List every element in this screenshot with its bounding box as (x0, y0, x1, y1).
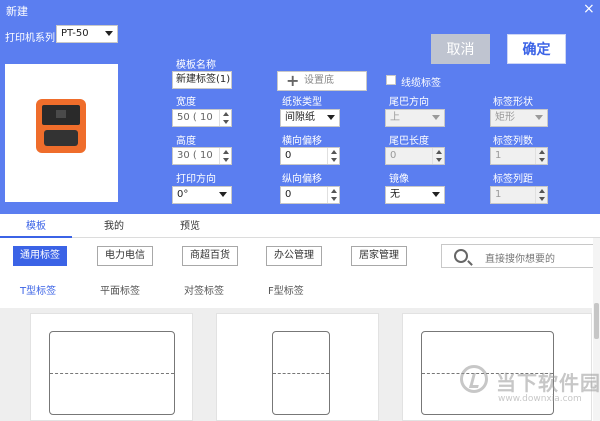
tail-length-label: 尾巴长度 (389, 136, 429, 147)
height-label: 高度 (176, 136, 196, 147)
label-shape-label: 标签形状 (493, 97, 533, 108)
template-tabs: 模板 我的 预览 (0, 216, 600, 238)
column-spacing-label: 标签列距 (493, 174, 533, 185)
chevron-down-icon (432, 115, 440, 120)
tab-active-indicator (0, 236, 72, 238)
watermark-logo: 当下软件园 www.downxia.com (460, 365, 600, 410)
cable-label-text: 线缆标签 (401, 78, 441, 89)
printer-device-icon (36, 99, 86, 153)
vertical-offset-value: 0 (285, 189, 292, 200)
horizontal-offset-stepper[interactable]: 0 (280, 147, 340, 165)
plus-icon: + (286, 71, 300, 90)
category-home[interactable]: 居家管理 (351, 246, 407, 266)
tab-mine[interactable]: 我的 (104, 216, 124, 238)
width-value: 50 ( 10 (177, 112, 213, 123)
dashed-divider (273, 373, 329, 374)
set-background-button[interactable]: + 设置底 (277, 71, 367, 91)
chevron-down-icon (432, 192, 440, 197)
label-shape-value: 矩形 (495, 112, 515, 123)
printer-series-select[interactable]: PT-50 (56, 25, 118, 43)
search-box[interactable]: 直接搜你想要的 (441, 244, 595, 268)
subtab-f-type[interactable]: F型标签 (268, 282, 304, 297)
chevron-down-icon (535, 115, 543, 120)
watermark-cn: 当下软件园 (496, 371, 600, 395)
set-background-label: 设置底 (304, 75, 334, 86)
printer-series-value: PT-50 (61, 28, 89, 39)
print-direction-select[interactable]: 0° (172, 186, 232, 204)
printer-pad (44, 130, 78, 146)
subtab-pair[interactable]: 对签标签 (184, 282, 224, 297)
tab-divider (0, 237, 600, 238)
stepper-arrows-icon[interactable] (535, 187, 547, 203)
dashed-divider (50, 373, 174, 374)
template-name-label: 模板名称 (176, 60, 216, 71)
column-spacing-stepper[interactable]: 1 (490, 186, 548, 204)
horizontal-offset-label: 横向偏移 (282, 136, 322, 147)
label-shape-preview (49, 331, 175, 415)
print-direction-label: 打印方向 (176, 174, 216, 185)
category-power-telecom[interactable]: 电力电信 (97, 246, 153, 266)
search-icon (454, 249, 468, 263)
ok-button[interactable]: 确定 (507, 34, 566, 64)
height-stepper[interactable]: 30 ( 10 (172, 147, 232, 165)
category-general[interactable]: 通用标签 (13, 246, 67, 266)
printer-screen (42, 105, 80, 125)
printer-series-label: 打印机系列 (5, 33, 55, 44)
tail-length-value: 0 (390, 150, 397, 161)
template-name-input[interactable]: 新建标签(1) (172, 71, 232, 89)
label-columns-stepper[interactable]: 1 (490, 147, 548, 165)
template-card[interactable] (30, 313, 193, 421)
stepper-arrows-icon[interactable] (327, 187, 339, 203)
search-input[interactable]: 直接搜你想要的 (485, 250, 555, 265)
label-shape-preview (272, 331, 330, 415)
chevron-down-icon (327, 115, 335, 120)
width-label: 宽度 (176, 97, 196, 108)
chevron-down-icon (219, 192, 227, 197)
scrollbar-thumb[interactable] (594, 303, 599, 339)
stepper-arrows-icon[interactable] (327, 148, 339, 164)
print-direction-value: 0° (177, 189, 189, 200)
template-card[interactable] (216, 313, 379, 421)
subtab-flat[interactable]: 平面标签 (100, 282, 140, 297)
tail-direction-select[interactable]: 上 (385, 109, 445, 127)
stepper-arrows-icon[interactable] (219, 148, 231, 164)
tab-preview[interactable]: 预览 (180, 216, 200, 238)
vertical-offset-stepper[interactable]: 0 (280, 186, 340, 204)
subtab-t-type[interactable]: T型标签 (20, 282, 56, 297)
tab-templates[interactable]: 模板 (26, 216, 46, 238)
chevron-down-icon (105, 31, 113, 36)
stepper-arrows-icon[interactable] (432, 148, 444, 164)
tail-direction-label: 尾巴方向 (389, 97, 429, 108)
width-stepper[interactable]: 50 ( 10 (172, 109, 232, 127)
label-columns-label: 标签列数 (493, 136, 533, 147)
label-shape-select[interactable]: 矩形 (490, 109, 548, 127)
paper-type-select[interactable]: 间隙纸 (280, 109, 340, 127)
label-columns-value: 1 (495, 150, 502, 161)
mirror-value: 无 (390, 189, 400, 200)
column-spacing-value: 1 (495, 189, 502, 200)
printer-preview (5, 64, 118, 202)
watermark-en: www.downxia.com (498, 394, 582, 404)
dialog-title: 新建 (6, 5, 28, 18)
stepper-arrows-icon[interactable] (219, 110, 231, 126)
vertical-offset-label: 纵向偏移 (282, 174, 322, 185)
watermark-icon (460, 365, 488, 393)
cancel-button[interactable]: 取消 (431, 34, 490, 64)
tail-direction-value: 上 (390, 112, 400, 123)
tail-length-stepper[interactable]: 0 (385, 147, 445, 165)
paper-type-label: 纸张类型 (282, 97, 322, 108)
height-value: 30 ( 10 (177, 150, 213, 161)
horizontal-offset-value: 0 (285, 150, 292, 161)
close-icon[interactable]: × (583, 1, 595, 17)
category-supermarket[interactable]: 商超百货 (182, 246, 238, 266)
cable-label-checkbox[interactable] (386, 75, 396, 85)
mirror-label: 镜像 (389, 174, 409, 185)
mirror-select[interactable]: 无 (385, 186, 445, 204)
paper-type-value: 间隙纸 (285, 112, 315, 123)
category-office[interactable]: 办公管理 (266, 246, 322, 266)
stepper-arrows-icon[interactable] (535, 148, 547, 164)
